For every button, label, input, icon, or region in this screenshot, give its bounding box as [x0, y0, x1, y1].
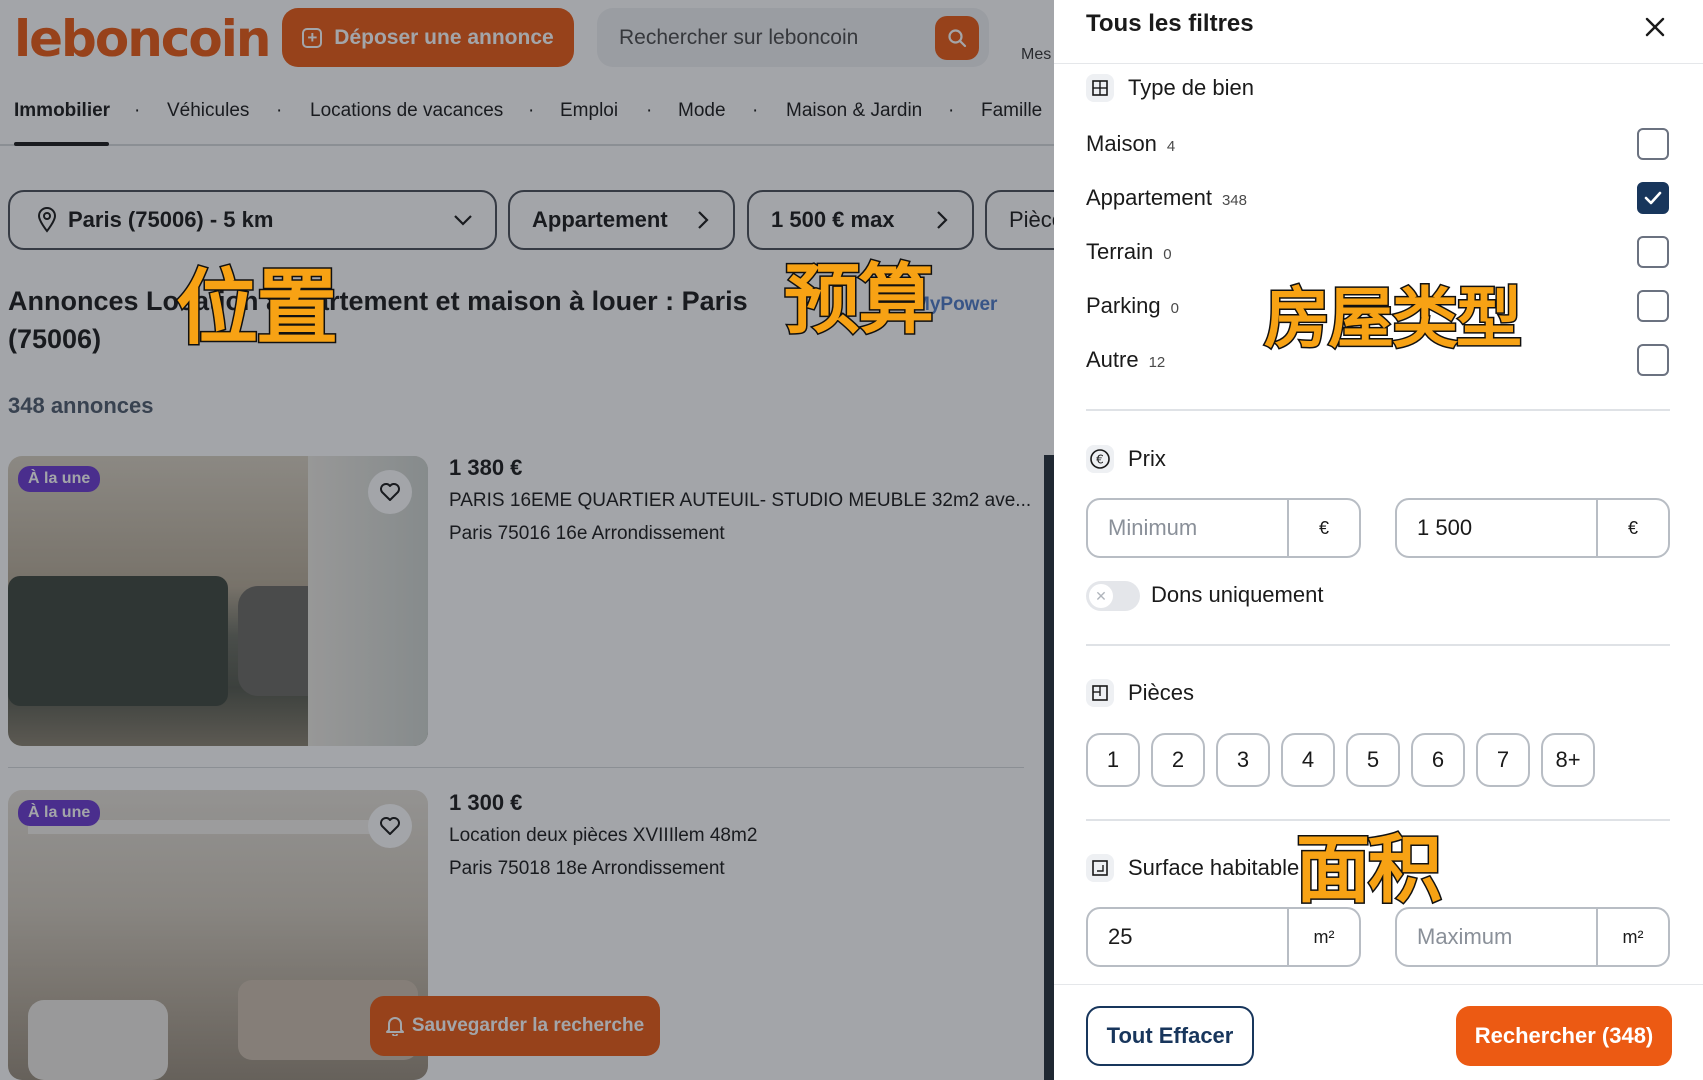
room-option-8-plus[interactable]: 8+	[1541, 733, 1595, 787]
room-option-3[interactable]: 3	[1216, 733, 1270, 787]
checkbox-maison[interactable]	[1637, 128, 1669, 160]
type-option-maison: Maison 4	[1086, 131, 1175, 157]
option-count: 12	[1148, 354, 1166, 371]
annotation-area: 面积	[1295, 827, 1444, 913]
euro-icon: €	[1086, 445, 1114, 473]
search-results-button[interactable]: Rechercher (348)	[1456, 1006, 1672, 1066]
check-icon	[1644, 191, 1662, 205]
donations-toggle-label: Dons uniquement	[1151, 582, 1324, 607]
option-label: Autre	[1086, 347, 1139, 372]
surface-section-title: Surface habitable	[1128, 855, 1300, 880]
type-section-title: Type de bien	[1128, 75, 1254, 100]
option-count: 0	[1170, 300, 1179, 317]
room-option-2[interactable]: 2	[1151, 733, 1205, 787]
room-option-7[interactable]: 7	[1476, 733, 1530, 787]
room-option-6[interactable]: 6	[1411, 733, 1465, 787]
checkbox-appartement[interactable]	[1637, 182, 1669, 214]
svg-text:€: €	[1096, 453, 1104, 467]
option-label: Parking	[1086, 293, 1161, 318]
main-page: leboncoin + Déposer une annonce Recherch…	[0, 0, 1054, 1080]
option-count: 0	[1163, 246, 1172, 263]
room-option-1[interactable]: 1	[1086, 733, 1140, 787]
type-option-terrain: Terrain 0	[1086, 239, 1172, 265]
annotation-house-type: 房屋类型	[1263, 280, 1524, 357]
checkbox-autre[interactable]	[1637, 344, 1669, 376]
checkbox-terrain[interactable]	[1637, 236, 1669, 268]
euro-unit: €	[1287, 500, 1359, 556]
option-count: 348	[1221, 192, 1247, 209]
rooms-section-title: Pièces	[1128, 680, 1195, 705]
panel-title: Tous les filtres	[1086, 10, 1254, 37]
option-count: 4	[1166, 138, 1176, 155]
option-label: Appartement	[1086, 185, 1212, 210]
panel-header-divider	[1054, 63, 1703, 64]
section-divider	[1086, 644, 1670, 646]
price-max-value: 1 500	[1417, 515, 1473, 540]
surface-max-placeholder: Maximum	[1417, 924, 1513, 949]
surface-icon	[1086, 854, 1114, 882]
annotation-location: 位置	[174, 261, 339, 356]
option-label: Maison	[1086, 131, 1157, 156]
option-label: Terrain	[1086, 239, 1154, 264]
floorplan-icon	[1086, 679, 1114, 707]
surface-min-value: 25	[1108, 924, 1133, 949]
close-icon[interactable]	[1638, 10, 1672, 44]
filters-panel: Tous les filtres Type de bien Maison 4 A…	[1054, 0, 1703, 1080]
surface-max-input[interactable]: Maximum m²	[1395, 907, 1670, 967]
type-option-autre: Autre 12	[1086, 347, 1165, 373]
euro-unit: €	[1596, 500, 1668, 556]
surface-section-header: Surface habitable	[1086, 854, 1299, 882]
square-meter-unit: m²	[1596, 909, 1668, 965]
toggle-off-icon: ✕	[1089, 584, 1113, 608]
type-section-header: Type de bien	[1086, 74, 1254, 102]
annotation-budget: 预算	[783, 255, 936, 344]
price-section-header: € Prix	[1086, 445, 1166, 473]
price-min-placeholder: Minimum	[1108, 515, 1198, 540]
type-option-parking: Parking 0	[1086, 293, 1179, 319]
clear-all-button[interactable]: Tout Effacer	[1086, 1006, 1254, 1066]
rooms-section-header: Pièces	[1086, 679, 1194, 707]
checkbox-parking[interactable]	[1637, 290, 1669, 322]
type-option-appartement: Appartement 348	[1086, 185, 1247, 211]
modal-backdrop[interactable]	[0, 0, 1054, 1080]
square-meter-unit: m²	[1287, 909, 1359, 965]
footer-divider	[1054, 984, 1703, 985]
price-max-input[interactable]: 1 500 €	[1395, 498, 1670, 558]
price-min-input[interactable]: Minimum €	[1086, 498, 1361, 558]
room-option-4[interactable]: 4	[1281, 733, 1335, 787]
section-divider	[1086, 409, 1670, 411]
donations-toggle[interactable]: ✕	[1086, 581, 1140, 611]
room-option-5[interactable]: 5	[1346, 733, 1400, 787]
price-section-title: Prix	[1128, 446, 1166, 471]
building-icon	[1086, 74, 1114, 102]
surface-min-input[interactable]: 25 m²	[1086, 907, 1361, 967]
section-divider	[1086, 819, 1670, 821]
